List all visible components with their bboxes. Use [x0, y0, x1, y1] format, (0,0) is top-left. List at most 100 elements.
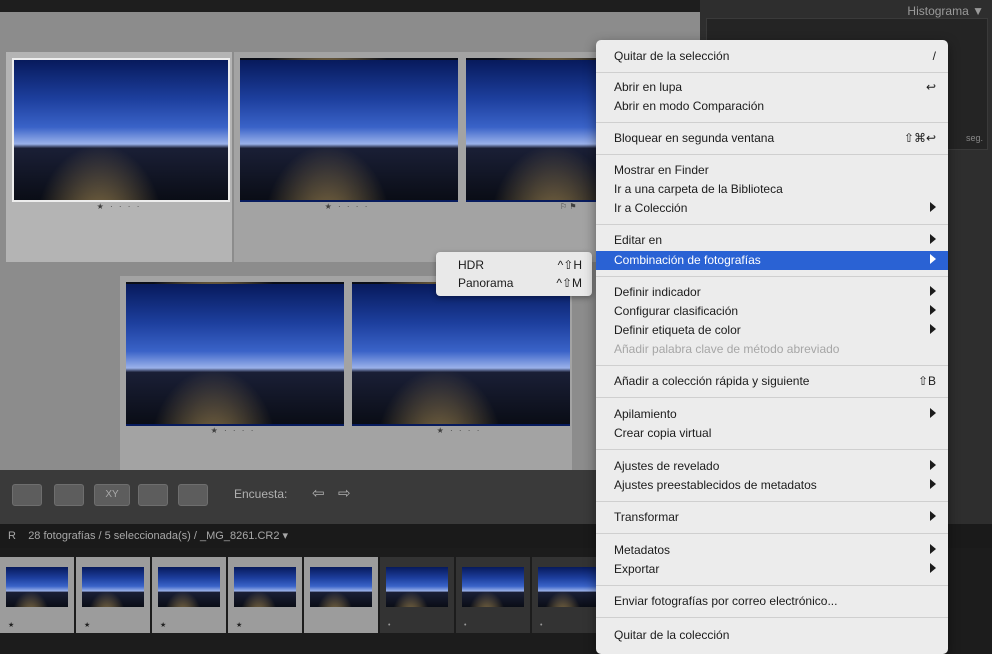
- filmstrip-source[interactable]: 28 fotografías / 5 seleccionada(s) / _MG…: [28, 530, 288, 542]
- rating-stars[interactable]: ★ · · · ·: [6, 202, 232, 211]
- menu-separator: [596, 397, 948, 398]
- thumb-rating: ★: [84, 622, 91, 629]
- submenu-item-shortcut: ^⇧H: [557, 258, 582, 272]
- filmstrip-thumb[interactable]: ★: [152, 557, 226, 633]
- menu-item-photo-merge[interactable]: Combinación de fotografías: [596, 251, 948, 270]
- menu-item-shortcut: ⇧B: [917, 374, 936, 388]
- menu-item-label: Metadatos: [614, 543, 671, 557]
- filmstrip-photo[interactable]: [386, 567, 448, 607]
- menu-item-label: Exportar: [614, 562, 660, 576]
- menu-item-edit-in[interactable]: Editar en: [596, 231, 948, 250]
- flag-icon[interactable]: ⚐ ⚑: [560, 202, 577, 211]
- menu-separator: [596, 449, 948, 450]
- menu-item-set-rating[interactable]: Configurar clasificación: [596, 302, 948, 321]
- menu-item-virtual-copy[interactable]: Crear copia virtual: [596, 424, 948, 443]
- submenu-arrow-icon: [930, 511, 936, 521]
- photo-thumbnail[interactable]: [126, 282, 344, 426]
- filmstrip-photo[interactable]: [234, 567, 296, 607]
- grid-cell[interactable]: ★ · · · ·: [120, 276, 346, 486]
- menu-item-show-finder[interactable]: Mostrar en Finder: [596, 161, 948, 180]
- rating-stars[interactable]: ★ · · · ·: [346, 426, 572, 435]
- menu-item-label: Quitar de la colección: [614, 628, 730, 642]
- menu-item-transform[interactable]: Transformar: [596, 508, 948, 527]
- menu-separator: [596, 224, 948, 225]
- menu-item-label: Añadir a colección rápida y siguiente: [614, 374, 810, 388]
- next-arrow-icon[interactable]: ⇨: [338, 484, 351, 502]
- rating-stars[interactable]: ★ · · · ·: [120, 426, 346, 435]
- menu-item-email-photos[interactable]: Enviar fotografías por correo electrónic…: [596, 592, 948, 611]
- menu-item-label: Bloquear en segunda ventana: [614, 131, 775, 145]
- filmstrip-photo[interactable]: [462, 567, 524, 607]
- filmstrip-thumb[interactable]: [304, 557, 378, 633]
- photo-merge-submenu: HDR ^⇧H Panorama ^⇧M: [436, 252, 592, 296]
- menu-item-remove-from-collection[interactable]: Quitar de la colección: [596, 626, 948, 645]
- rating-stars[interactable]: ★ · · · ·: [234, 202, 460, 211]
- filmstrip-left-char: R: [8, 530, 16, 542]
- menu-separator: [596, 122, 948, 123]
- menu-item-label: Añadir palabra clave de método abreviado: [614, 342, 840, 356]
- menu-item-stacking[interactable]: Apilamiento: [596, 405, 948, 424]
- filmstrip-photo[interactable]: [158, 567, 220, 607]
- menu-item-open-compare[interactable]: Abrir en modo Comparación: [596, 97, 948, 116]
- filmstrip-info[interactable]: R 28 fotografías / 5 seleccionada(s) / _…: [8, 529, 288, 542]
- filmstrip-thumb[interactable]: ★: [228, 557, 302, 633]
- menu-item-label: Ajustes preestablecidos de metadatos: [614, 478, 817, 492]
- previous-arrow-icon[interactable]: ⇦: [312, 484, 325, 502]
- filmstrip-thumb[interactable]: •: [380, 557, 454, 633]
- menu-item-label: Configurar clasificación: [614, 304, 739, 318]
- filmstrip-photo[interactable]: [6, 567, 68, 607]
- submenu-item-panorama[interactable]: Panorama ^⇧M: [436, 274, 592, 292]
- grid-cell[interactable]: ★ · · · ·: [234, 52, 460, 262]
- filmstrip-thumb[interactable]: ★: [76, 557, 150, 633]
- menu-item-goto-collection[interactable]: Ir a Colección: [596, 199, 948, 218]
- filmstrip-photo[interactable]: [310, 567, 372, 607]
- menu-item-set-flag[interactable]: Definir indicador: [596, 283, 948, 302]
- menu-item-metadata-presets[interactable]: Ajustes preestablecidos de metadatos: [596, 476, 948, 495]
- submenu-item-hdr[interactable]: HDR ^⇧H: [436, 256, 592, 274]
- menu-item-lock-second-window[interactable]: Bloquear en segunda ventana ⇧⌘↩: [596, 129, 948, 148]
- survey-view-button[interactable]: [138, 484, 168, 506]
- menu-item-set-color-label[interactable]: Definir etiqueta de color: [596, 321, 948, 340]
- menu-separator: [596, 72, 948, 73]
- filmstrip-thumb[interactable]: •: [456, 557, 530, 633]
- photo-thumbnail[interactable]: [12, 58, 230, 202]
- menu-item-develop-settings[interactable]: Ajustes de revelado: [596, 457, 948, 476]
- menu-item-shortcut: ↩: [925, 80, 936, 94]
- submenu-arrow-icon: [930, 234, 936, 244]
- menu-item-shortcut: ⇧⌘↩: [903, 131, 936, 145]
- menu-item-label: Ir a una carpeta de la Biblioteca: [614, 182, 783, 196]
- histogram-title[interactable]: Histograma ▼: [907, 4, 984, 18]
- histogram-info: seg.: [965, 133, 983, 143]
- photo-thumbnail[interactable]: [240, 58, 458, 202]
- menu-item-label: Definir etiqueta de color: [614, 323, 741, 337]
- menu-item-metadata[interactable]: Metadatos: [596, 541, 948, 560]
- menu-item-label: Crear copia virtual: [614, 426, 712, 440]
- grid-cell[interactable]: ★ · · · ·: [346, 276, 572, 486]
- submenu-item-shortcut: ^⇧M: [556, 276, 582, 290]
- menu-item-remove-selection[interactable]: Quitar de la selección /: [596, 47, 948, 66]
- filmstrip-thumb[interactable]: ★: [0, 557, 74, 633]
- menu-item-open-loupe[interactable]: Abrir en lupa ↩: [596, 78, 948, 97]
- grid-cell[interactable]: ★ · · · ·: [6, 52, 232, 262]
- submenu-arrow-icon: [930, 408, 936, 418]
- photo-thumbnail[interactable]: [352, 282, 570, 426]
- menu-separator: [596, 365, 948, 366]
- loupe-view-button[interactable]: [54, 484, 84, 506]
- filmstrip-photo[interactable]: [82, 567, 144, 607]
- menu-item-export[interactable]: Exportar: [596, 560, 948, 579]
- people-view-button[interactable]: [178, 484, 208, 506]
- filmstrip-thumb[interactable]: •: [532, 557, 606, 633]
- submenu-arrow-icon: [930, 305, 936, 315]
- compare-view-button[interactable]: XY: [94, 484, 130, 506]
- menu-item-goto-folder[interactable]: Ir a una carpeta de la Biblioteca: [596, 180, 948, 199]
- filmstrip-photo[interactable]: [538, 567, 600, 607]
- top-strip: [0, 0, 700, 12]
- submenu-arrow-icon: [930, 202, 936, 212]
- grid-view-button[interactable]: [12, 484, 42, 506]
- menu-item-label: Transformar: [614, 510, 679, 524]
- menu-item-label: Editar en: [614, 233, 663, 247]
- submenu-item-label: HDR: [458, 258, 484, 272]
- menu-separator: [596, 501, 948, 502]
- menu-item-add-quick-collection[interactable]: Añadir a colección rápida y siguiente ⇧B: [596, 372, 948, 391]
- thumb-rating: ★: [236, 622, 243, 629]
